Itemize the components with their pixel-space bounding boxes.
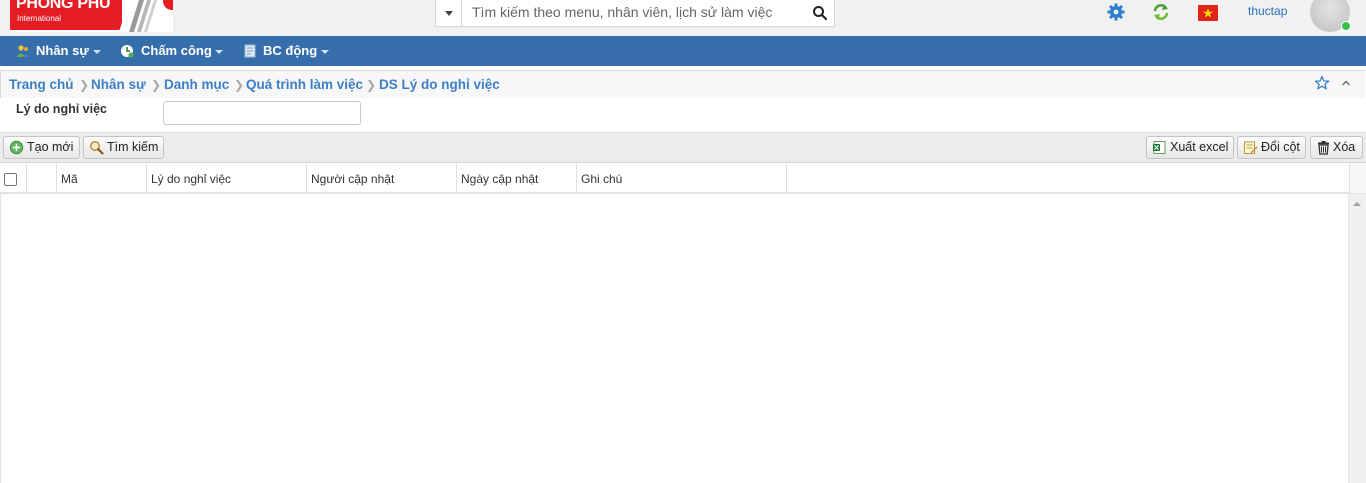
breadcrumb-separator: ❯ (234, 78, 245, 92)
delete-button[interactable]: Xóa (1310, 136, 1363, 159)
row-number-column (27, 163, 57, 193)
logo-red-dot (163, 0, 173, 10)
nav-label: Chấm công (141, 43, 212, 58)
add-icon (9, 140, 24, 155)
logo-subtitle: International (17, 14, 62, 23)
breadcrumb-separator: ❯ (366, 78, 377, 92)
search-scope-dropdown[interactable] (436, 0, 462, 26)
filter-panel: Lý do nghỉ việc (0, 98, 1366, 132)
logo-title: PHONG PHU (16, 0, 111, 12)
edit-columns-icon (1244, 141, 1258, 154)
change-columns-button[interactable]: Đổi cột (1237, 136, 1306, 159)
select-all-checkbox[interactable] (4, 173, 17, 186)
export-excel-label: Xuất excel (1170, 140, 1229, 154)
excel-icon (1153, 141, 1166, 154)
breadcrumb-item-qua-trinh[interactable]: Quá trình làm việc (246, 77, 363, 92)
vertical-scrollbar[interactable] (1348, 194, 1366, 483)
delete-button-label: Xóa (1333, 140, 1356, 154)
vietnam-flag-icon[interactable] (1198, 3, 1218, 23)
export-excel-button[interactable]: Xuất excel (1146, 136, 1234, 159)
grid-toolbar: Tạo mới Tìm kiếm Xuất excel Đổi cột Xóa (0, 132, 1366, 163)
magnifier-icon (89, 140, 104, 155)
search-button-label: Tìm kiếm (107, 140, 159, 154)
column-header-ghi-chu[interactable]: Ghi chú (577, 163, 787, 193)
chevron-down-icon (93, 50, 101, 54)
top-header: PHONG PHU International Tìm kiếm theo me… (0, 0, 1366, 36)
breadcrumb-item-home[interactable]: Trang chủ (9, 77, 74, 92)
column-header-ngay-cap-nhat[interactable]: Ngày cập nhật (457, 163, 577, 193)
breadcrumb-separator: ❯ (151, 78, 162, 92)
breadcrumb: Trang chủ ❯ Nhân sự ❯ Danh mục ❯ Quá trì… (0, 70, 1365, 100)
global-search (435, 0, 835, 27)
star-icon[interactable] (1314, 75, 1330, 91)
nav-item-cham-cong[interactable]: Chấm công (118, 36, 226, 66)
create-button-label: Tạo mới (27, 140, 74, 154)
column-header-nguoi-cap-nhat[interactable]: Người cập nhật (307, 163, 457, 193)
column-header-ly-do[interactable]: Lý do nghỉ việc (147, 163, 307, 193)
search-input[interactable] (466, 2, 808, 22)
nav-item-nhan-su[interactable]: Nhân sự (14, 36, 106, 66)
column-header-ma[interactable]: Mã (57, 163, 147, 193)
scrollbar-header-corner (1349, 163, 1366, 193)
username-link[interactable]: thuctap (1248, 4, 1287, 18)
grid-header: Mã Lý do nghỉ việc Người cập nhật Ngày c… (0, 162, 1366, 194)
main-nav: Nhân sự Chấm công BC động (0, 36, 1366, 66)
search-button[interactable]: Tìm kiếm (83, 136, 164, 159)
create-button[interactable]: Tạo mới (3, 136, 80, 159)
nav-label: Nhân sự (36, 43, 89, 58)
filter-label-ly-do: Lý do nghỉ việc (16, 102, 107, 116)
logo-red-block: PHONG PHU International (10, 0, 122, 30)
chevron-down-icon (215, 50, 223, 54)
chevron-down-icon (321, 50, 329, 54)
refresh-icon[interactable] (1151, 2, 1171, 22)
nav-item-bc-dong[interactable]: BC động (242, 36, 334, 66)
search-icon[interactable] (810, 3, 830, 23)
change-columns-label: Đổi cột (1261, 140, 1300, 154)
clock-icon (121, 45, 134, 58)
breadcrumb-separator: ❯ (79, 78, 90, 92)
scroll-up-arrow-icon[interactable] (1353, 202, 1361, 206)
report-icon (244, 44, 256, 58)
online-status-indicator (1341, 21, 1351, 31)
users-icon (16, 45, 30, 57)
trash-icon (1318, 141, 1329, 155)
breadcrumb-item-nhan-su[interactable]: Nhân sự (91, 77, 146, 92)
chevron-down-icon (445, 11, 453, 16)
company-logo[interactable]: PHONG PHU International (10, 0, 173, 32)
gear-icon[interactable] (1106, 2, 1126, 22)
logo-stripes-icon (119, 0, 157, 32)
breadcrumb-item-danh-muc[interactable]: Danh mục (164, 77, 229, 92)
breadcrumb-item-current: DS Lý do nghỉ việc (379, 77, 500, 92)
chevron-up-icon[interactable] (1341, 79, 1351, 87)
grid-body (0, 194, 1366, 483)
select-all-cell (0, 163, 27, 193)
ly-do-nghi-viec-field[interactable] (163, 101, 361, 125)
nav-label: BC động (263, 43, 318, 58)
